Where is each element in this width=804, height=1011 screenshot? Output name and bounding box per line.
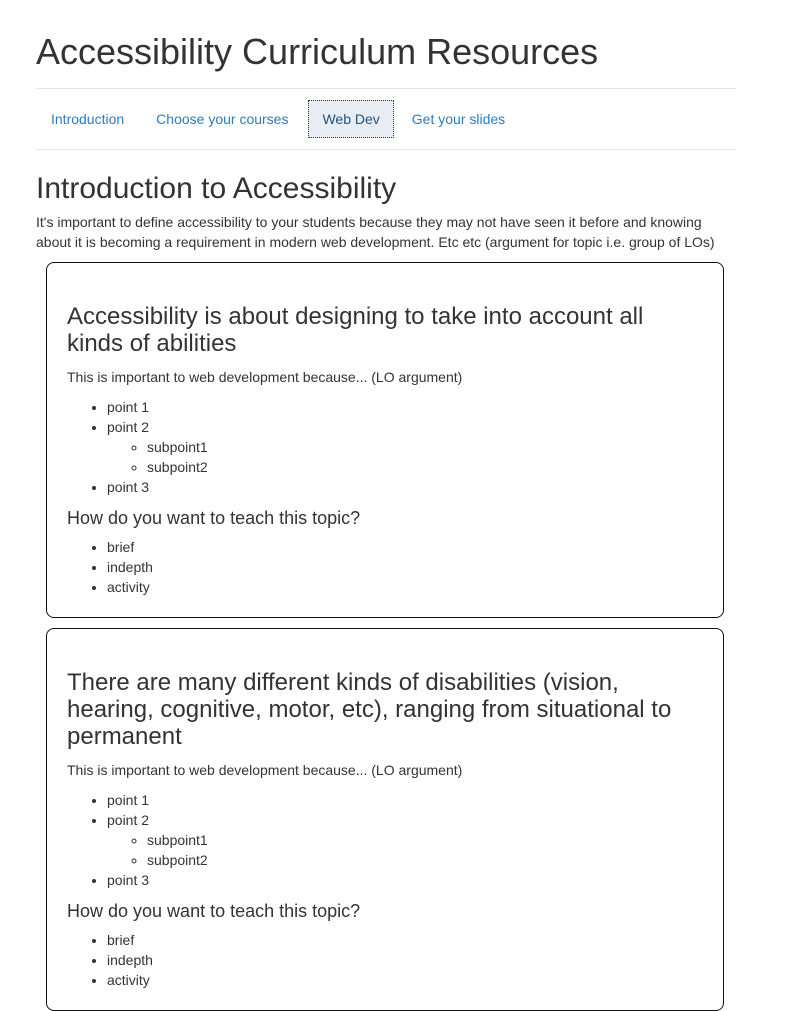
section-intro: It's important to define accessibility t…: [36, 214, 715, 250]
teach-options-list: brief indepth activity: [67, 537, 703, 597]
list-item: point 3: [107, 870, 703, 890]
subpoints-list: subpoint1 subpoint2: [107, 437, 703, 477]
teach-option-brief[interactable]: brief: [107, 537, 703, 557]
main-nav: Introduction Choose your courses Web Dev…: [36, 89, 736, 150]
list-item: point 2 subpoint1 subpoint2: [107, 810, 703, 870]
points-list: point 1 point 2 subpoint1 subpoint2 poin…: [67, 790, 703, 890]
list-item: subpoint1: [147, 437, 703, 457]
list-item: point 3: [107, 477, 703, 497]
teach-question: How do you want to teach this topic?: [67, 508, 361, 528]
list-item: point 1: [107, 790, 703, 810]
list-item-label: point 2: [107, 419, 150, 435]
card-argument: This is important to web development bec…: [67, 369, 463, 385]
tab-web-dev[interactable]: Web Dev: [308, 100, 394, 138]
subpoints-list: subpoint1 subpoint2: [107, 830, 703, 870]
tab-choose-your-courses[interactable]: Choose your courses: [141, 100, 303, 138]
card-title: There are many different kinds of disabi…: [67, 669, 672, 750]
teach-option-indepth[interactable]: indepth: [107, 557, 703, 577]
teach-option-brief[interactable]: brief: [107, 930, 703, 950]
card-argument: This is important to web development bec…: [67, 762, 463, 778]
tab-introduction[interactable]: Introduction: [36, 100, 139, 138]
points-list: point 1 point 2 subpoint1 subpoint2 poin…: [67, 397, 703, 497]
tab-get-your-slides[interactable]: Get your slides: [397, 100, 520, 138]
teach-options-list: brief indepth activity: [67, 930, 703, 990]
page-container: Accessibility Curriculum Resources Intro…: [36, 0, 736, 1011]
teach-option-activity[interactable]: activity: [107, 577, 703, 597]
site-title: Accessibility Curriculum Resources: [36, 0, 736, 89]
list-item: subpoint2: [147, 850, 703, 870]
teach-question: How do you want to teach this topic?: [67, 901, 361, 921]
list-item: point 1: [107, 397, 703, 417]
list-item: subpoint2: [147, 457, 703, 477]
teach-option-indepth[interactable]: indepth: [107, 950, 703, 970]
list-item-label: point 2: [107, 812, 150, 828]
card-title: Accessibility is about designing to take…: [67, 303, 644, 357]
learning-objective-card: Accessibility is about designing to take…: [46, 262, 724, 618]
learning-objective-card: There are many different kinds of disabi…: [46, 628, 724, 1011]
list-item: point 2 subpoint1 subpoint2: [107, 417, 703, 477]
list-item: subpoint1: [147, 830, 703, 850]
section-title: Introduction to Accessibility: [36, 172, 397, 205]
teach-option-activity[interactable]: activity: [107, 970, 703, 990]
